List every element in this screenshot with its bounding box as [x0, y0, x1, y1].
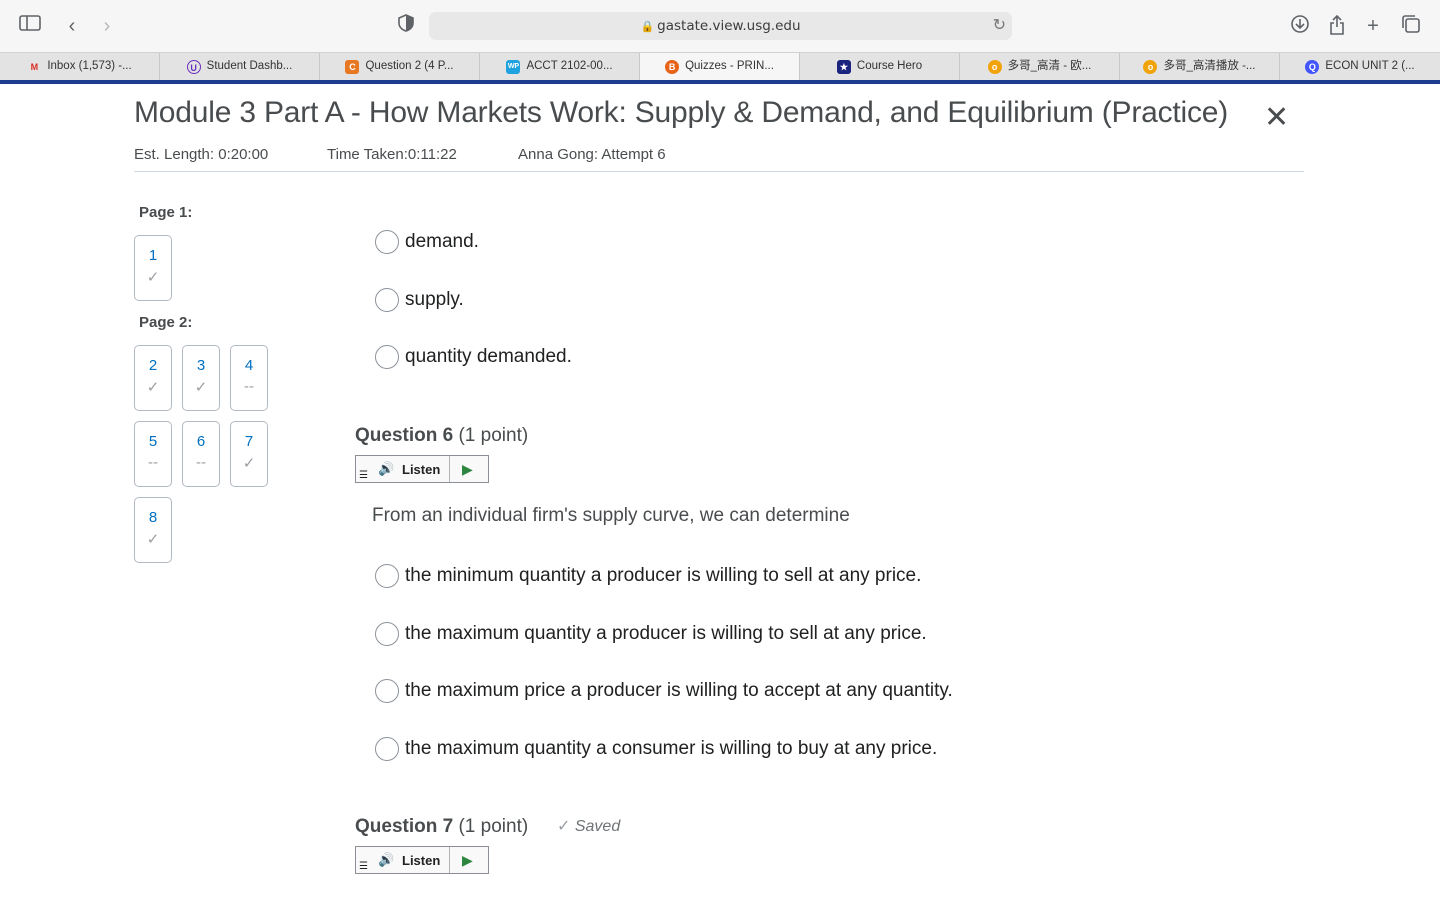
radio-button[interactable]: [375, 288, 399, 312]
radio-button[interactable]: [375, 737, 399, 761]
video-site-icon: o: [987, 59, 1002, 74]
address-bar[interactable]: 🔒 gastate.view.usg.edu ↻: [429, 12, 1012, 40]
est-length: Est. Length: 0:20:00: [134, 146, 269, 163]
time-taken: Time Taken:0:11:22: [327, 146, 457, 163]
browser-tab[interactable]: o 多哥_高清播放 -...: [1120, 53, 1280, 81]
share-icon[interactable]: [1325, 14, 1349, 38]
question-nav-2[interactable]: 2 ✓: [134, 345, 172, 411]
attempt-info: Anna Gong: Attempt 6: [518, 146, 666, 163]
status-icon: --: [196, 454, 206, 471]
wp-icon: WP: [506, 59, 521, 74]
quiz-title: Module 3 Part A - How Markets Work: Supp…: [134, 96, 1229, 129]
browser-tab[interactable]: WP ACCT 2102-00...: [480, 53, 640, 81]
browser-tab[interactable]: Q ECON UNIT 2 (...: [1280, 53, 1440, 81]
status-icon: --: [148, 454, 158, 471]
url-text: gastate.view.usg.edu: [657, 18, 801, 34]
close-icon[interactable]: ✕: [1264, 100, 1289, 135]
radio-button[interactable]: [375, 345, 399, 369]
browser-tab[interactable]: M Inbox (1,573) -...: [0, 53, 160, 81]
check-icon: ✓: [557, 818, 571, 835]
question-nav-8[interactable]: 8 ✓: [134, 497, 172, 563]
radio-button[interactable]: [375, 564, 399, 588]
d2l-icon: B: [665, 59, 680, 74]
status-icon: --: [244, 378, 254, 395]
browser-tab[interactable]: o 多哥_高清 - 欧...: [960, 53, 1120, 81]
sidebar-toggle-icon[interactable]: [18, 14, 42, 38]
status-icon: ✓: [146, 531, 160, 548]
listen-button[interactable]: ☰ 🔊 Listen ▶: [355, 455, 489, 483]
question-heading: Question 6 (1 point): [355, 425, 529, 446]
reload-icon[interactable]: ↻: [993, 15, 1006, 35]
answer-option[interactable]: supply.: [375, 288, 464, 312]
status-icon: ✓: [146, 379, 160, 396]
question-stem: From an individual firm's supply curve, …: [372, 505, 850, 526]
site-header-bar: [0, 80, 1440, 84]
speaker-icon: 🔊: [378, 852, 395, 867]
answer-option[interactable]: demand.: [375, 230, 479, 254]
forward-arrow-icon[interactable]: ›: [95, 14, 119, 38]
download-icon[interactable]: [1288, 14, 1312, 38]
answer-option[interactable]: quantity demanded.: [375, 345, 572, 369]
play-icon[interactable]: ▶: [462, 461, 473, 478]
play-icon[interactable]: ▶: [462, 852, 473, 869]
student-dashboard-icon: U: [186, 59, 201, 74]
listen-button[interactable]: ☰ 🔊 Listen ▶: [355, 846, 489, 874]
chegg-icon: C: [345, 59, 360, 74]
gmail-icon: M: [30, 61, 39, 72]
answer-option[interactable]: the minimum quantity a producer is willi…: [375, 564, 921, 588]
radio-button[interactable]: [375, 230, 399, 254]
answer-option[interactable]: the maximum price a producer is willing …: [375, 679, 953, 703]
question-nav-5[interactable]: 5 --: [134, 421, 172, 487]
quizlet-icon: Q: [1305, 59, 1320, 74]
browser-tab[interactable]: C Question 2 (4 P...: [320, 53, 480, 81]
speaker-icon: 🔊: [378, 461, 395, 476]
menu-icon[interactable]: ☰: [359, 470, 368, 481]
page-label: Page 2:: [139, 314, 193, 331]
browser-tab[interactable]: U Student Dashb...: [160, 53, 320, 81]
menu-icon[interactable]: ☰: [359, 861, 368, 872]
browser-tab-active[interactable]: B Quizzes - PRIN...: [640, 53, 800, 81]
question-nav-7[interactable]: 7 ✓: [230, 421, 268, 487]
lock-icon: 🔒: [640, 20, 655, 33]
browser-tab[interactable]: ★ Course Hero: [800, 53, 960, 81]
tab-overview-icon[interactable]: [1399, 14, 1423, 38]
radio-button[interactable]: [375, 679, 399, 703]
answer-option[interactable]: the maximum quantity a producer is willi…: [375, 622, 927, 646]
divider: [134, 171, 1304, 172]
status-icon: ✓: [146, 269, 160, 286]
privacy-shield-icon[interactable]: [394, 14, 418, 38]
video-site-icon: o: [1143, 59, 1158, 74]
question-nav-4[interactable]: 4 --: [230, 345, 268, 411]
question-nav-6[interactable]: 6 --: [182, 421, 220, 487]
radio-button[interactable]: [375, 622, 399, 646]
status-icon: ✓: [194, 379, 208, 396]
tab-bar: M Inbox (1,573) -... U Student Dashb... CQ…: [0, 52, 1440, 81]
new-tab-plus-icon[interactable]: +: [1361, 14, 1385, 38]
saved-status: ✓ Saved: [557, 818, 621, 835]
question-nav-3[interactable]: 3 ✓: [182, 345, 220, 411]
course-hero-icon: ★: [836, 59, 851, 74]
page-label: Page 1:: [139, 204, 193, 221]
question-nav-1[interactable]: 1 ✓: [134, 235, 172, 301]
back-arrow-icon[interactable]: ‹: [60, 14, 84, 38]
answer-option[interactable]: the maximum quantity a consumer is willi…: [375, 737, 937, 761]
question-heading: Question 7 (1 point): [355, 816, 529, 837]
status-icon: ✓: [242, 455, 256, 472]
browser-toolbar: ‹ › 🔒 gastate.view.usg.edu ↻ +: [0, 0, 1440, 52]
